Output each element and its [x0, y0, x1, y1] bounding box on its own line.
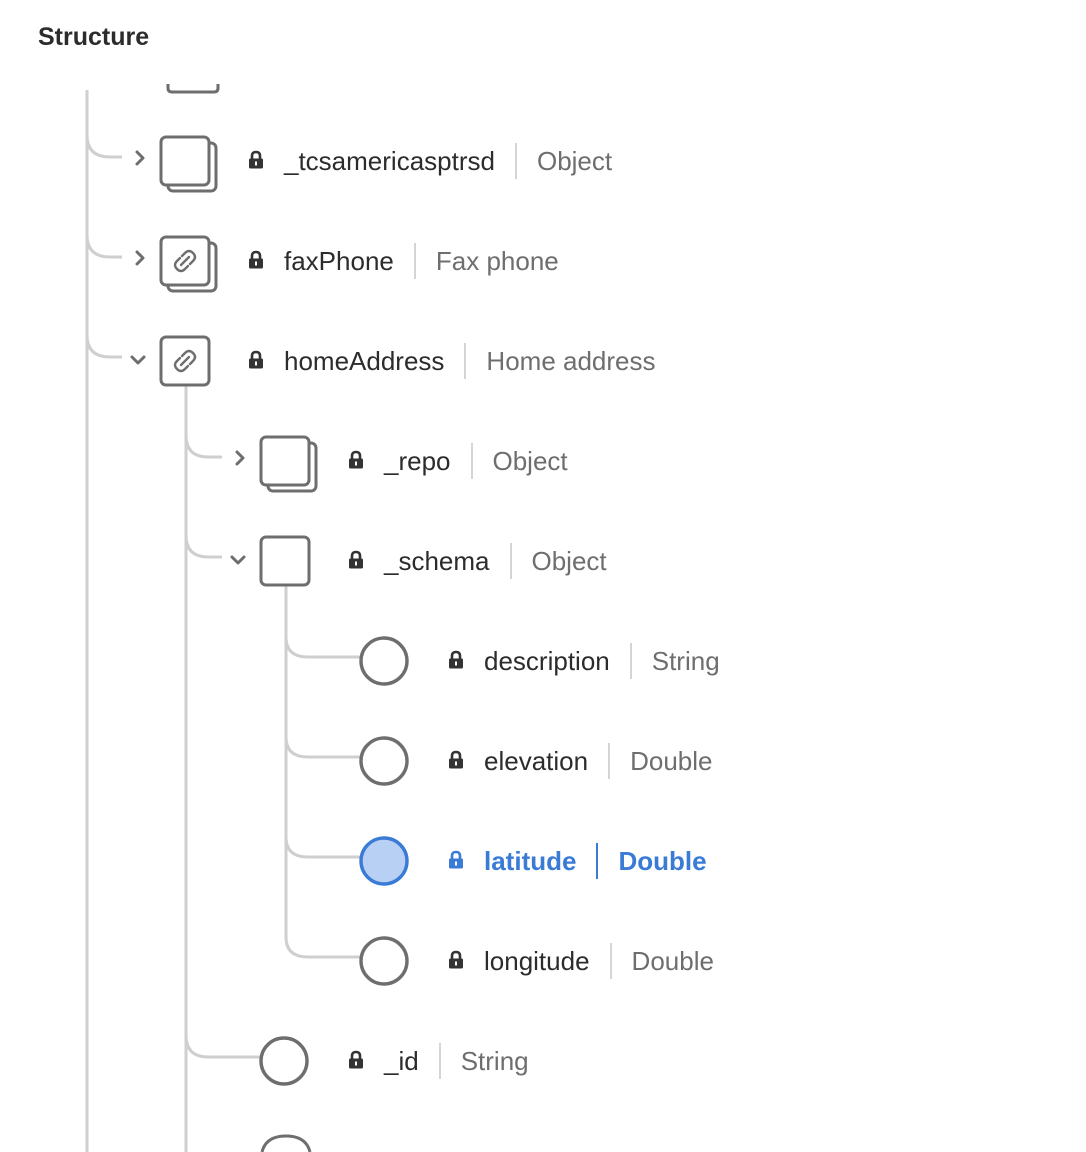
object-array-icon — [159, 135, 218, 193]
field-name: _repo — [384, 446, 451, 476]
field-type: String — [651, 646, 720, 676]
lock-icon — [449, 750, 463, 769]
expand-repo-toggle[interactable] — [228, 446, 252, 470]
field-type: Double — [631, 946, 714, 976]
object-array-icon — [259, 435, 318, 493]
divider — [596, 843, 599, 879]
tree-node-homeaddress[interactable]: homeAddress Home address — [284, 341, 656, 381]
chevron-right-icon — [235, 450, 245, 466]
field-name: _tcsamericasptrsd — [284, 146, 495, 176]
lock-icon — [249, 350, 263, 369]
divider — [509, 543, 512, 579]
field-name: _schema — [384, 546, 490, 576]
field-type: Double — [630, 746, 713, 776]
field-circle-icon — [259, 1036, 309, 1086]
link-object-icon — [159, 335, 211, 387]
lock-icon — [449, 650, 463, 669]
field-type: Object — [531, 546, 607, 576]
expand-tcsamericasptrsd-toggle[interactable] — [128, 146, 152, 170]
field-circle-icon — [359, 736, 409, 786]
chevron-down-icon — [130, 355, 146, 365]
divider — [464, 343, 467, 379]
tree-node-tcsamericasptrsd[interactable]: _tcsamericasptrsd Object — [284, 141, 612, 181]
structure-panel: Structure _tcsamericasptrsd Object faxPh… — [0, 0, 1086, 1152]
lock-icon — [249, 250, 263, 269]
chevron-down-icon — [230, 555, 246, 565]
lock-icon — [349, 450, 363, 469]
tree-node-description[interactable]: description String — [484, 641, 720, 681]
field-type: Fax phone — [435, 246, 559, 276]
lock-icon — [449, 850, 463, 869]
tree-node-faxphone[interactable]: faxPhone Fax phone — [284, 241, 559, 281]
field-type: Double — [618, 846, 707, 876]
field-name: _id — [384, 1046, 419, 1076]
field-type: Home address — [486, 346, 656, 376]
expand-faxphone-toggle[interactable] — [128, 246, 152, 270]
lock-icon — [449, 950, 463, 969]
field-circle-icon — [359, 836, 409, 886]
field-circle-icon — [359, 936, 409, 986]
field-name: elevation — [484, 746, 589, 776]
lock-icon — [349, 1050, 363, 1069]
link-array-icon — [159, 235, 218, 293]
tree-node-repo[interactable]: _repo Object — [384, 441, 568, 481]
field-name: latitude — [484, 846, 577, 876]
divider — [413, 243, 416, 279]
lock-icon — [249, 150, 263, 169]
divider — [629, 643, 632, 679]
lock-icon — [349, 550, 363, 569]
object-icon — [259, 535, 311, 587]
collapse-homeaddress-toggle[interactable] — [126, 348, 150, 372]
chevron-right-icon — [135, 150, 145, 166]
tree-node-longitude[interactable]: longitude Double — [484, 941, 714, 981]
tree-node-id[interactable]: _id String — [384, 1041, 529, 1081]
field-name: faxPhone — [284, 246, 394, 276]
field-type: String — [460, 1046, 529, 1076]
field-name: longitude — [484, 946, 590, 976]
divider — [608, 743, 611, 779]
collapse-schema-toggle[interactable] — [226, 548, 250, 572]
field-type: Object — [492, 446, 568, 476]
field-circle-icon — [359, 636, 409, 686]
divider — [438, 1043, 441, 1079]
tree-node-latitude-selected[interactable]: latitude Double — [484, 841, 707, 881]
field-type: Object — [536, 146, 613, 176]
field-name: description — [484, 646, 610, 676]
field-name: homeAddress — [284, 346, 445, 376]
divider — [470, 443, 473, 479]
chevron-right-icon — [135, 250, 145, 266]
panel-title: Structure — [38, 23, 150, 51]
divider — [514, 143, 517, 179]
tree-node-schema[interactable]: _schema Object — [384, 541, 607, 581]
tree-node-elevation[interactable]: elevation Double — [484, 741, 712, 781]
divider — [609, 943, 612, 979]
